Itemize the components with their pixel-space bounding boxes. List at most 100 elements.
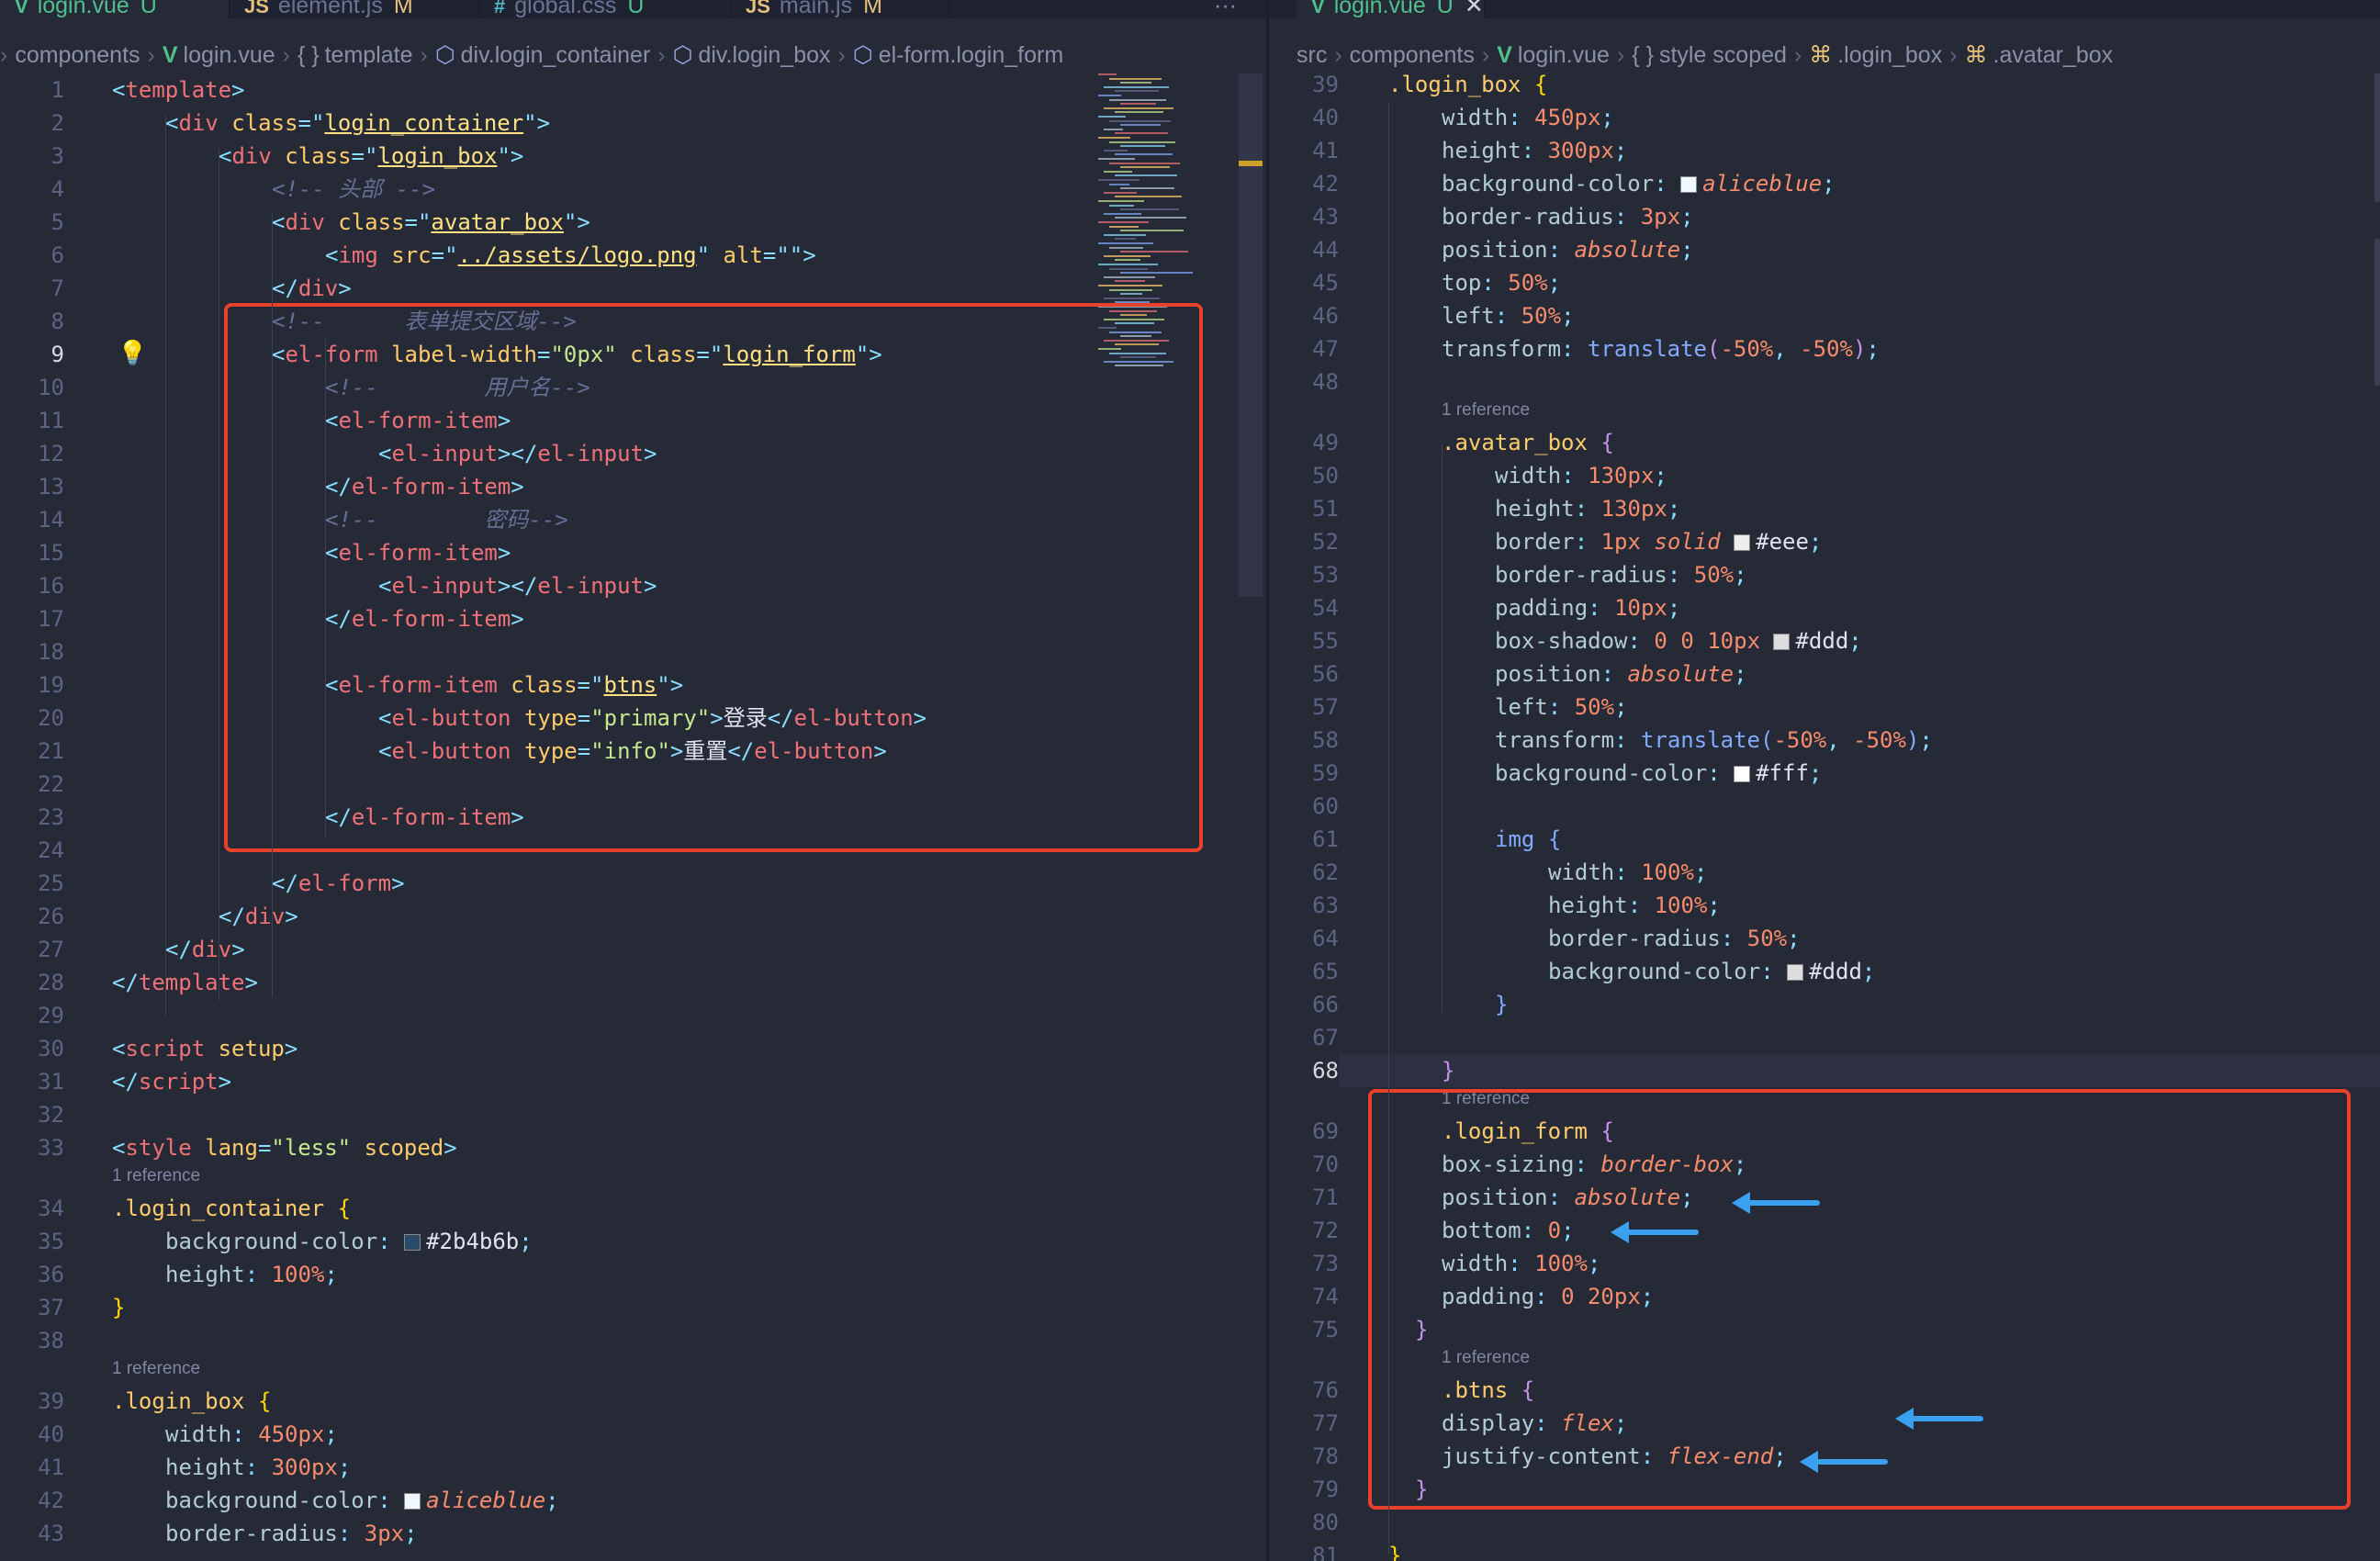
line-number[interactable]: 46 — [1269, 299, 1339, 332]
code-line[interactable]: 62 width: 100%; — [1269, 856, 2380, 889]
line-number[interactable]: 63 — [1269, 889, 1339, 922]
line-number[interactable]: 7 — [0, 272, 64, 305]
code-line[interactable]: 42 background-color: aliceblue; — [1269, 167, 2380, 200]
line-number[interactable]: 54 — [1269, 591, 1339, 624]
breadcrumb-item[interactable]: components — [15, 42, 140, 68]
code-line[interactable]: 50 width: 130px; — [1269, 459, 2380, 492]
code-line[interactable]: 49 .avatar_box { — [1269, 426, 2380, 459]
tab-global-css[interactable]: # global.css U — [479, 0, 731, 18]
line-number[interactable]: 27 — [0, 933, 64, 966]
code-line[interactable]: 57 left: 50%; — [1269, 691, 2380, 724]
line-number[interactable]: 3 — [0, 140, 64, 173]
code-line[interactable]: 66} — [1269, 988, 2380, 1021]
line-number[interactable]: 29 — [0, 999, 64, 1032]
code-line[interactable]: 34 .login_container { — [0, 1192, 1266, 1225]
code-line[interactable]: 25 </el-form> — [0, 867, 1266, 900]
code-line[interactable]: 39 .login_box { — [1269, 68, 2380, 101]
line-number[interactable]: 10 — [0, 371, 64, 404]
line-number[interactable]: 42 — [0, 1484, 64, 1517]
line-number[interactable]: 79 — [1269, 1473, 1339, 1506]
code-line[interactable]: 31 </script> — [0, 1065, 1266, 1098]
code-line[interactable]: 46 left: 50%; — [1269, 299, 2380, 332]
line-number[interactable]: 75 — [1269, 1313, 1339, 1346]
line-number[interactable]: 47 — [1269, 332, 1339, 365]
line-number[interactable]: 71 — [1269, 1181, 1339, 1214]
codelens-references[interactable]: 1 reference — [112, 1162, 200, 1190]
line-number[interactable]: 62 — [1269, 856, 1339, 889]
code-line[interactable]: 38 — [0, 1324, 1266, 1357]
line-number[interactable]: 38 — [0, 1324, 64, 1357]
code-line[interactable]: 55 box-shadow: 0 0 10px #ddd; — [1269, 624, 2380, 657]
code-line[interactable]: 80 — [1269, 1506, 2380, 1539]
line-number[interactable]: 11 — [0, 404, 64, 437]
breadcrumb-item[interactable]: div.login_box — [698, 42, 830, 68]
line-number[interactable]: 61 — [1269, 823, 1339, 856]
code-line[interactable]: 7 </div> — [0, 272, 1266, 305]
code-line[interactable]: 45 top: 50%; — [1269, 266, 2380, 299]
breadcrumb-item[interactable]: el-form.login_form — [879, 42, 1063, 68]
lightbulb-icon[interactable]: 💡 — [118, 342, 147, 365]
line-number[interactable]: 81 — [1269, 1539, 1339, 1561]
line-number[interactable]: 13 — [0, 470, 64, 503]
code-line[interactable]: 39 .login_box { — [0, 1385, 1266, 1418]
line-number[interactable]: 69 — [1269, 1115, 1339, 1148]
line-number[interactable]: 58 — [1269, 724, 1339, 757]
code-line[interactable]: 2 <div class="login_container"> — [0, 107, 1266, 140]
line-number[interactable]: 33 — [0, 1131, 64, 1164]
code-line[interactable]: 37} — [0, 1291, 1266, 1324]
code-line[interactable]: 33 <style lang="less" scoped> — [0, 1131, 1266, 1164]
vertical-scrollbar[interactable] — [1239, 73, 1263, 597]
line-number[interactable]: 39 — [0, 1385, 64, 1418]
line-number[interactable]: 51 — [1269, 492, 1339, 525]
line-number[interactable]: 20 — [0, 702, 64, 735]
line-number[interactable]: 37 — [0, 1291, 64, 1324]
line-number[interactable]: 23 — [0, 801, 64, 834]
line-number[interactable]: 65 — [1269, 955, 1339, 988]
code-line[interactable]: 81} — [1269, 1539, 2380, 1561]
line-number[interactable]: 44 — [1269, 233, 1339, 266]
line-number[interactable]: 55 — [1269, 624, 1339, 657]
breadcrumb-item[interactable]: login.vue — [184, 42, 275, 68]
line-number[interactable]: 9 — [0, 338, 64, 371]
line-number[interactable]: 19 — [0, 668, 64, 702]
tab-main-js[interactable]: JS main.js M — [731, 0, 949, 18]
breadcrumb-item[interactable]: .login_box — [1837, 42, 1942, 68]
line-number[interactable]: 52 — [1269, 525, 1339, 558]
line-number[interactable]: 40 — [0, 1418, 64, 1451]
code-line[interactable]: 48 — [1269, 365, 2380, 399]
line-number[interactable]: 40 — [1269, 101, 1339, 134]
line-number[interactable]: 41 — [0, 1451, 64, 1484]
right-scroll-edge[interactable] — [2374, 73, 2380, 202]
code-line[interactable]: 60 — [1269, 790, 2380, 823]
line-number[interactable]: 42 — [1269, 167, 1339, 200]
line-number[interactable]: 18 — [0, 635, 64, 668]
line-number[interactable]: 8 — [0, 305, 64, 338]
code-line[interactable]: 68} — [1269, 1054, 2380, 1087]
line-number[interactable]: 36 — [0, 1258, 64, 1291]
line-number[interactable]: 49 — [1269, 426, 1339, 459]
line-number[interactable]: 17 — [0, 602, 64, 635]
close-icon[interactable]: ✕ — [1465, 0, 1484, 18]
line-number[interactable]: 21 — [0, 735, 64, 768]
breadcrumb-item[interactable]: login.vue — [1518, 42, 1610, 68]
line-number[interactable]: 72 — [1269, 1214, 1339, 1247]
line-number[interactable]: 59 — [1269, 757, 1339, 790]
code-line[interactable]: 26 </div> — [0, 900, 1266, 933]
code-line[interactable]: 51 height: 130px; — [1269, 492, 2380, 525]
breadcrumb-item[interactable]: style scoped — [1659, 42, 1787, 68]
code-line[interactable]: 52 border: 1px solid #eee; — [1269, 525, 2380, 558]
code-line[interactable]: 63 height: 100%; — [1269, 889, 2380, 922]
line-number[interactable]: 67 — [1269, 1021, 1339, 1054]
code-line[interactable]: 30 <script setup> — [0, 1032, 1266, 1065]
tab-login-vue[interactable]: Vlogin.vue U — [0, 0, 230, 18]
breadcrumb-item[interactable]: .avatar_box — [1993, 42, 2114, 68]
code-line[interactable]: 4 <!-- 头部 --> — [0, 173, 1266, 206]
breadcrumb-item[interactable]: src — [1297, 42, 1327, 68]
line-number[interactable]: 80 — [1269, 1506, 1339, 1539]
line-number[interactable]: 31 — [0, 1065, 64, 1098]
line-number[interactable]: 12 — [0, 437, 64, 470]
line-number[interactable]: 45 — [1269, 266, 1339, 299]
code-line[interactable]: 36 height: 100%; — [0, 1258, 1266, 1291]
breadcrumb-item[interactable]: template — [325, 42, 413, 68]
line-number[interactable]: 76 — [1269, 1374, 1339, 1407]
